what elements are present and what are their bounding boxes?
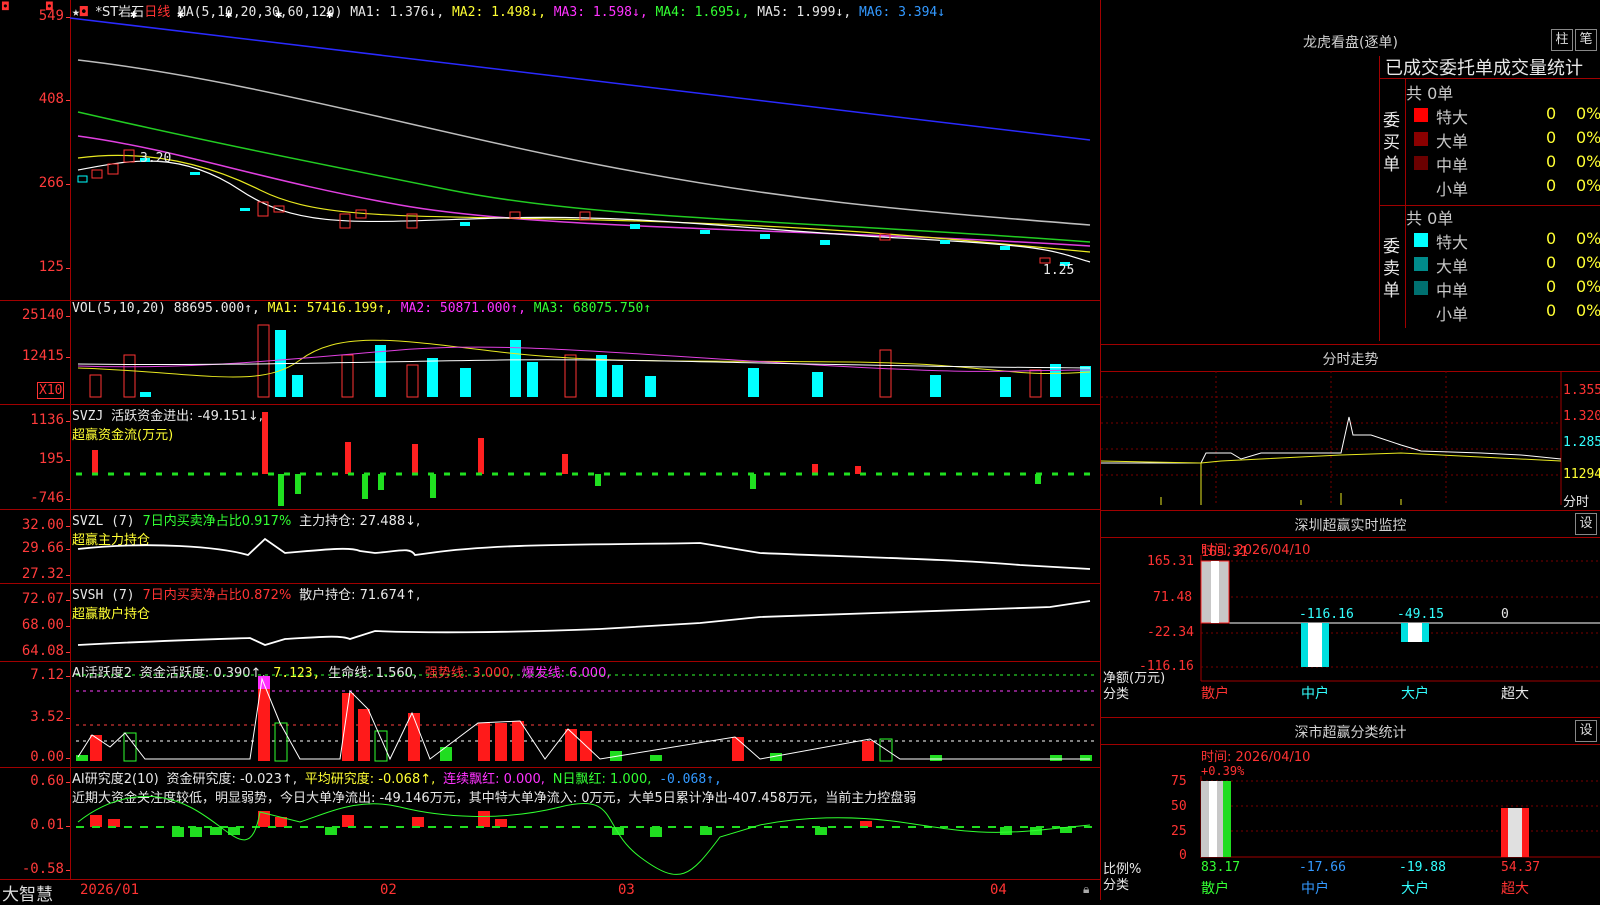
sz-category: 散户 [1201,686,1229,702]
sz-class-value: 54.37 [1501,860,1541,875]
svzl-chart [77,537,1091,570]
intraday-tick: 11294 [1563,467,1600,482]
intraday-tick: 1.320 [1563,409,1600,424]
buy-row: 中单 0 0% [1406,152,1600,176]
sell-row: 小单 0 0% [1436,301,1600,324]
intraday-panel[interactable]: 分时走势 1.355 1.320 1.285 11294 分时 [1101,345,1600,511]
sz-monitor-tick: -22.34 [1147,625,1194,640]
sz-value: -49.15 [1397,607,1444,622]
price-chart: ✱ ✱ ✱ ✱ ✱ [69,7,1091,266]
x-tick: 2026/01 [80,882,140,898]
ai-research-panel[interactable]: 0.60 0.01 -0.58 AI研究度2(10) 资金研究度: -0.023… [0,767,1100,879]
longhu-title: 龙虎看盘(逐单) [1303,35,1398,51]
svsh-chart [77,600,1091,646]
svzj-chart [76,412,1095,506]
sell-row: 特大 0 0% [1406,229,1600,253]
intraday-chart [1101,371,1562,505]
longhu-subtitle: 已成交委托单成交量统计 [1385,58,1583,79]
intraday-tick: 1.285 [1563,435,1600,450]
svg-text:✱: ✱ [275,7,282,21]
sz-class-tick: 50 [1171,799,1187,814]
svg-text:✱: ✱ [130,7,137,21]
sz-value: 0 [1501,607,1509,622]
buy-row: 小单 0 0% [1436,176,1600,199]
svg-text:✱: ✱ [326,7,333,21]
sz-monitor-panel: 深圳超赢实时监控 设 时间: 2026/04/10 165.31 71.48 -… [1101,511,1600,718]
buy-total: 共 0单 [1406,84,1454,103]
sz-class-value: -17.66 [1299,860,1346,875]
brand-label: 大智慧 [2,885,53,905]
x-tick: 03 [618,882,635,898]
sz-value: -116.16 [1299,607,1354,622]
svzj-panel[interactable]: 1136 195 -746 SVZJ 活跃资金进出: -49.151↓, 超赢资… [0,404,1100,510]
sz-class-value: -19.88 [1399,860,1446,875]
intraday-label: 分时 [1563,495,1590,510]
lock-icon[interactable]: 🔒︎ [1083,882,1089,897]
buy-row: 特大 0 0% [1406,104,1600,128]
sell-row: 中单 0 0% [1406,277,1600,301]
sz-class-category: 大户 [1401,881,1429,897]
sz-class-category: 中户 [1301,881,1329,897]
sz-class-panel: 深市超赢分类统计 设 时间: 2026/04/10 +0.39% 75 50 2… [1101,718,1600,900]
sell-orders-label: 委卖单 [1383,237,1400,301]
sz-category: 中户 [1301,686,1329,702]
svg-text:✱: ✱ [177,7,184,21]
intraday-tick: 1.355 [1563,383,1600,398]
sz-monitor-tick: 165.31 [1147,554,1194,569]
x-tick: 02 [380,882,397,898]
sz-class-tick: 0 [1179,848,1187,863]
sz-class-tick: 75 [1171,774,1187,789]
bar-mode-button[interactable]: 柱 [1551,29,1573,51]
ai-activity-panel[interactable]: 7.12 3.52 0.00 AI活跃度2 资金活跃度: 0.390↑, 7.1… [0,661,1100,768]
svg-text:✱: ✱ [225,7,232,21]
sz-monitor-tick: 71.48 [1153,590,1193,605]
sell-total: 共 0单 [1406,209,1454,228]
buy-orders-label: 委买单 [1383,111,1400,175]
tick-mode-button[interactable]: 笔 [1575,29,1597,51]
volume-chart [77,324,1091,398]
sz-class-x-label: 分类 [1103,878,1130,893]
x-axis: 大智慧 2026/01 02 03 04 🔒︎ [0,879,1100,905]
sz-class-category: 散户 [1201,881,1229,897]
sz-category: 超大 [1501,686,1529,702]
sz-value: 165.31 [1201,545,1248,560]
longhu-panel: 龙虎看盘(逐单) 柱 笔 已成交委托单成交量统计 委买单 共 0单 特大 0 0% … [1101,0,1600,345]
sz-category: 大户 [1401,686,1429,702]
low-annotation: 1.25 [1043,263,1075,278]
volume-panel[interactable]: 25140 12415 X10 VOL(5,10,20) 88695.000↑,… [0,300,1100,405]
x-tick: 04 [990,882,1007,898]
buy-row: 大单 0 0% [1406,128,1600,152]
price-panel[interactable]: 549 408 266 125 ◘ ◘ ★◘ *ST岩石日线 MA(5,10,2… [0,0,1100,301]
ai-research-chart [76,795,1095,875]
sz-class-value: 83.17 [1201,860,1241,875]
sz-class-tick: 25 [1171,824,1187,839]
sell-row: 大单 0 0% [1406,253,1600,277]
ai-activity-chart [76,674,1095,762]
high-annotation: 3.20 [140,151,172,166]
sz-class-category: 超大 [1501,881,1529,897]
svzl-panel[interactable]: 32.00 29.66 27.32 SVZL (7) 7日内买卖净占比0.917… [0,509,1100,584]
sz-x-label: 分类 [1103,687,1130,702]
svsh-panel[interactable]: 72.07 68.00 64.08 SVSH (7) 7日内买卖净占比0.872… [0,583,1100,662]
